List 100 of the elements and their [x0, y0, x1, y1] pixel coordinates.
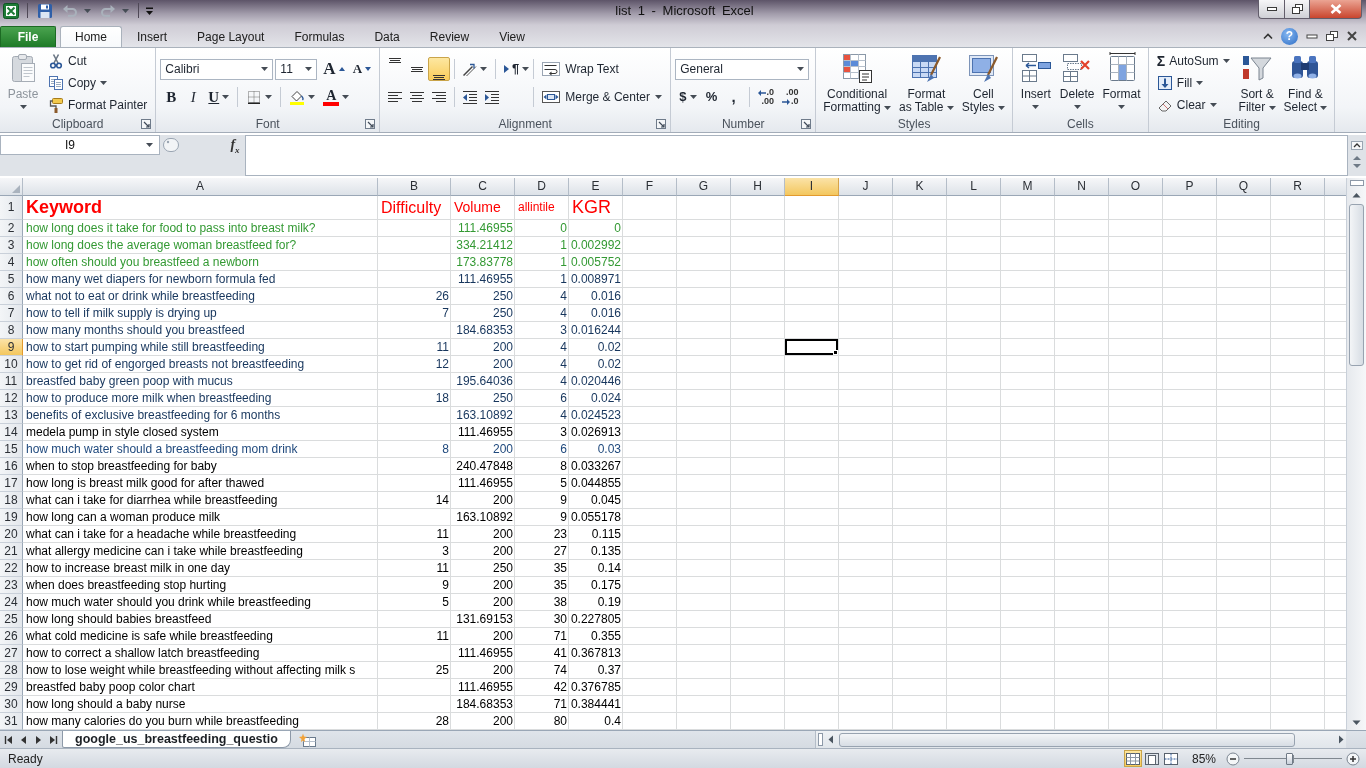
format-cells-button[interactable]: Format	[1099, 48, 1144, 116]
row-header[interactable]: 1	[0, 196, 23, 220]
column-header[interactable]: K	[893, 178, 947, 196]
underline-button[interactable]: U	[204, 85, 234, 109]
row-header[interactable]: 8	[0, 322, 23, 339]
decrease-decimal-button[interactable]: .00 .0	[778, 85, 803, 109]
column-header[interactable]: B	[378, 178, 451, 196]
row-header[interactable]: 17	[0, 475, 23, 492]
right-arrow-icon[interactable]	[1336, 733, 1346, 746]
row-header[interactable]: 28	[0, 662, 23, 679]
bold-button[interactable]: B	[160, 85, 183, 109]
increase-decimal-button[interactable]: .0 .00	[753, 85, 778, 109]
shrink-font-button[interactable]: A	[348, 57, 376, 81]
column-header[interactable]: I	[785, 178, 839, 196]
column-header[interactable]: H	[731, 178, 785, 196]
row-header[interactable]: 25	[0, 611, 23, 628]
column-header[interactable]: M	[1001, 178, 1055, 196]
close-button[interactable]	[1310, 0, 1362, 19]
column-header[interactable]: D	[515, 178, 569, 196]
column-header[interactable]: P	[1163, 178, 1217, 196]
scrollbar-thumb[interactable]	[1349, 204, 1364, 366]
row-header[interactable]: 31	[0, 713, 23, 730]
last-arrow-icon[interactable]	[49, 734, 58, 745]
row-header[interactable]: 4	[0, 254, 23, 271]
format-as-table-button[interactable]: Format as Table	[895, 48, 957, 116]
restore-icon[interactable]	[1326, 30, 1338, 42]
left-arrow-icon[interactable]	[19, 734, 28, 745]
column-header[interactable]: N	[1055, 178, 1109, 196]
row-header[interactable]: 27	[0, 645, 23, 662]
sort-filter-button[interactable]: Sort & Filter	[1235, 48, 1279, 116]
row-header[interactable]: 14	[0, 424, 23, 441]
italic-button[interactable]: I	[182, 85, 205, 109]
row-header[interactable]: 11	[0, 373, 23, 390]
number-format-combo[interactable]: General	[675, 58, 810, 80]
cut-button[interactable]: Cut	[44, 50, 152, 72]
first-arrow-icon[interactable]	[4, 734, 13, 745]
ribbon-tab[interactable]: Insert	[122, 26, 183, 47]
fill-button[interactable]: Fill	[1152, 72, 1234, 94]
row-header[interactable]: 13	[0, 407, 23, 424]
merge-center-button[interactable]: Merge & Center	[538, 85, 667, 109]
conditional-formatting-button[interactable]: Conditional Formatting	[820, 48, 894, 116]
clear-button[interactable]: Clear	[1152, 94, 1234, 116]
column-header[interactable]: Q	[1217, 178, 1271, 196]
ribbon-tab[interactable]: Formulas	[279, 26, 360, 47]
left-arrow-icon[interactable]	[826, 733, 836, 746]
delete-cells-button[interactable]: Delete	[1056, 48, 1098, 116]
column-header[interactable]: A	[23, 178, 378, 196]
wrap-text-button[interactable]: Wrap Text	[538, 57, 667, 81]
customize-caret-icon[interactable]	[145, 5, 154, 16]
ribbon-tab[interactable]: Review	[414, 26, 485, 47]
close-icon[interactable]	[1346, 30, 1358, 42]
row-header[interactable]: 20	[0, 526, 23, 543]
up-caret-icon[interactable]	[1351, 141, 1363, 150]
scrollbar-thumb[interactable]	[839, 732, 1295, 747]
column-header[interactable]: J	[839, 178, 893, 196]
align-bottom-button[interactable]	[428, 57, 451, 81]
corner-arrow-icon[interactable]	[141, 119, 152, 129]
plus-icon[interactable]	[1346, 751, 1360, 766]
minimize-button[interactable]	[1258, 0, 1284, 19]
row-header[interactable]: 26	[0, 628, 23, 645]
restore-button[interactable]	[1284, 0, 1310, 19]
column-header[interactable]: L	[947, 178, 1001, 196]
column-header[interactable]: C	[451, 178, 515, 196]
column-header[interactable]: O	[1109, 178, 1163, 196]
row-header[interactable]: 15	[0, 441, 23, 458]
split-box-icon[interactable]	[818, 733, 823, 746]
copy-button[interactable]: Copy	[44, 72, 152, 94]
column-header[interactable]: F	[623, 178, 677, 196]
row-header[interactable]: 30	[0, 696, 23, 713]
insert-function-button[interactable]: f$_{x}$	[226, 135, 244, 155]
row-header[interactable]: 24	[0, 594, 23, 611]
row-header[interactable]: 3	[0, 237, 23, 254]
spreadsheet-logo-icon[interactable]	[3, 2, 19, 19]
cell-styles-button[interactable]: Cell Styles	[958, 48, 1008, 116]
row-header[interactable]: 16	[0, 458, 23, 475]
active-cell[interactable]	[785, 339, 838, 355]
slider-thumb[interactable]	[1286, 752, 1294, 765]
new-sheet-icon[interactable]	[298, 732, 317, 747]
column-header[interactable]: E	[569, 178, 623, 196]
row-header[interactable]: 5	[0, 271, 23, 288]
ribbon-tab[interactable]: Home	[60, 26, 122, 47]
find-select-button[interactable]: Find & Select	[1280, 48, 1331, 116]
format-painter-button[interactable]: Format Painter	[44, 94, 152, 116]
up-caret-icon[interactable]	[1263, 32, 1273, 40]
minus-icon[interactable]	[1226, 751, 1240, 766]
autosum-button[interactable]: Σ AutoSum	[1152, 50, 1234, 72]
row-header[interactable]: 21	[0, 543, 23, 560]
formula-field[interactable]	[245, 135, 1348, 176]
column-header[interactable]: G	[677, 178, 731, 196]
corner-arrow-icon[interactable]	[365, 119, 376, 129]
fill-handle-icon[interactable]	[833, 350, 838, 355]
ribbon-tab[interactable]: View	[484, 26, 540, 47]
row-header[interactable]: 19	[0, 509, 23, 526]
percent-button[interactable]: %	[700, 85, 723, 109]
row-header[interactable]: 6	[0, 288, 23, 305]
font-color-button[interactable]: A	[319, 85, 354, 109]
split-box-icon[interactable]	[1349, 180, 1364, 186]
normal-view-button[interactable]	[1123, 750, 1142, 767]
page-layout-button[interactable]	[1142, 750, 1161, 767]
text-direction-button[interactable]: ¶	[500, 57, 534, 81]
